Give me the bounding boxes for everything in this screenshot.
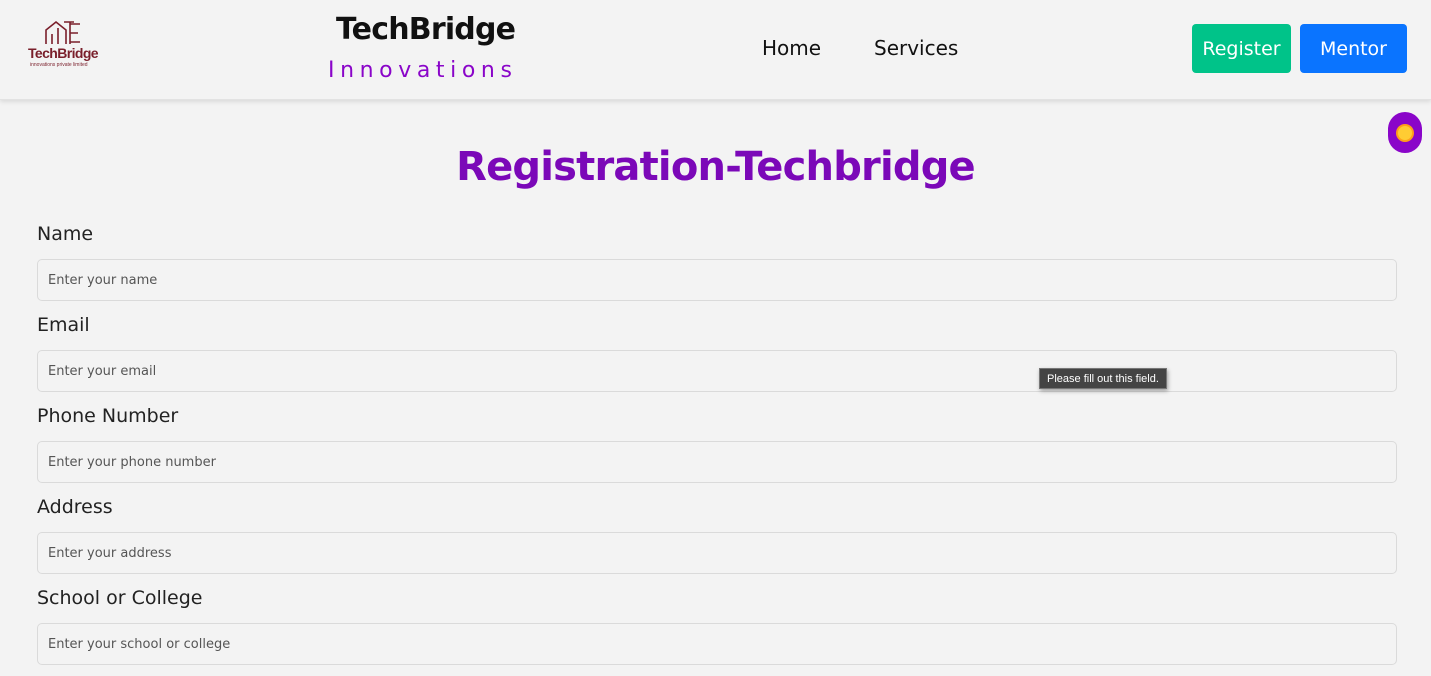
logo-text: TechBridge — [28, 45, 99, 61]
logo-subtext: innovations private limited — [30, 62, 88, 68]
address-label: Address — [37, 496, 113, 518]
phone-label: Phone Number — [37, 405, 179, 427]
email-label: Email — [37, 314, 90, 336]
validation-tooltip: Please fill out this field. — [1039, 368, 1167, 389]
nav-services-link[interactable]: Services — [874, 36, 958, 60]
brand-title: TechBridge — [336, 12, 516, 47]
brand-subtitle: Innovations — [328, 58, 518, 83]
register-button[interactable]: Register — [1192, 24, 1291, 73]
top-navbar: TechBridge innovations private limited T… — [0, 0, 1431, 100]
school-label: School or College — [37, 587, 203, 609]
name-input[interactable] — [37, 259, 1397, 301]
mentor-button[interactable]: Mentor — [1300, 24, 1407, 73]
name-label: Name — [37, 223, 94, 245]
techbridge-logo[interactable]: TechBridge innovations private limited — [26, 20, 104, 72]
page-title: Registration-Techbridge — [456, 144, 976, 190]
sun-icon — [1398, 125, 1412, 140]
logo-house-icon — [45, 20, 80, 44]
nav-home-link[interactable]: Home — [762, 36, 821, 60]
email-input[interactable] — [37, 350, 1397, 392]
phone-input[interactable] — [37, 441, 1397, 483]
school-input[interactable] — [37, 623, 1397, 665]
address-input[interactable] — [37, 532, 1397, 574]
